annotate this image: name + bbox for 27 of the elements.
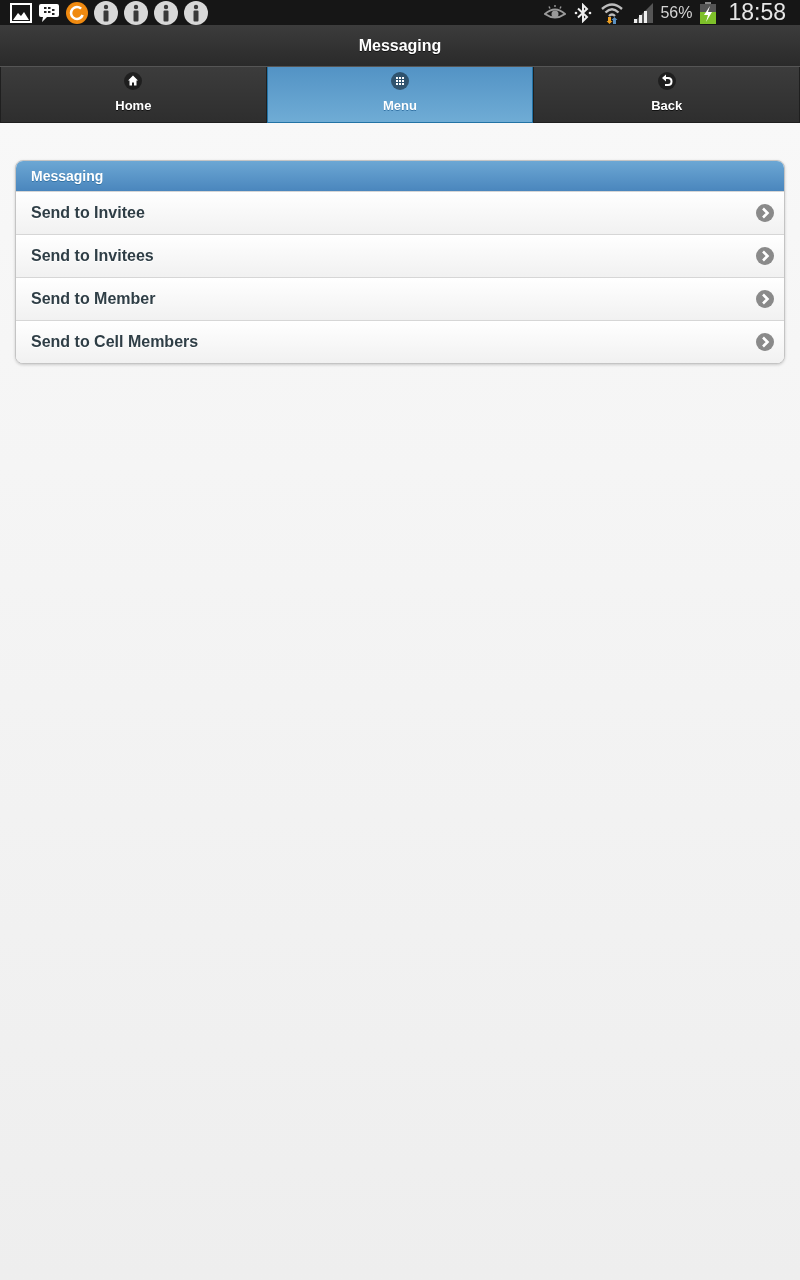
ring-icon — [66, 1, 88, 24]
info-icon — [154, 0, 178, 25]
back-icon — [657, 72, 676, 90]
list-item[interactable]: Send to Invitees — [16, 234, 784, 277]
wifi-icon — [600, 1, 625, 24]
grid-icon — [391, 72, 409, 90]
chevron-icon — [756, 290, 774, 308]
chevron-icon — [756, 247, 774, 265]
chevron-icon — [756, 204, 774, 222]
battery-icon — [700, 1, 717, 24]
eye-icon — [544, 4, 567, 21]
battery-percentage: 56% — [660, 2, 693, 23]
info-icon — [184, 0, 208, 25]
home-icon — [124, 72, 143, 90]
info-icon — [124, 0, 148, 25]
list-item[interactable]: Send to Invitee — [16, 191, 784, 234]
header-title: Messaging — [358, 36, 442, 55]
image-icon — [10, 2, 32, 23]
nav-tab[interactable]: Back — [533, 67, 800, 123]
chevron-icon — [756, 333, 774, 351]
bluetooth-icon — [574, 2, 593, 23]
info-icon — [94, 0, 118, 25]
list-item[interactable]: Send to Cell Members — [16, 320, 784, 363]
signal-icon — [632, 2, 655, 23]
clock-time: 18:58 — [728, 0, 786, 25]
nav-tab[interactable]: Home — [0, 67, 267, 123]
list-item[interactable]: Send to Member — [16, 277, 784, 320]
